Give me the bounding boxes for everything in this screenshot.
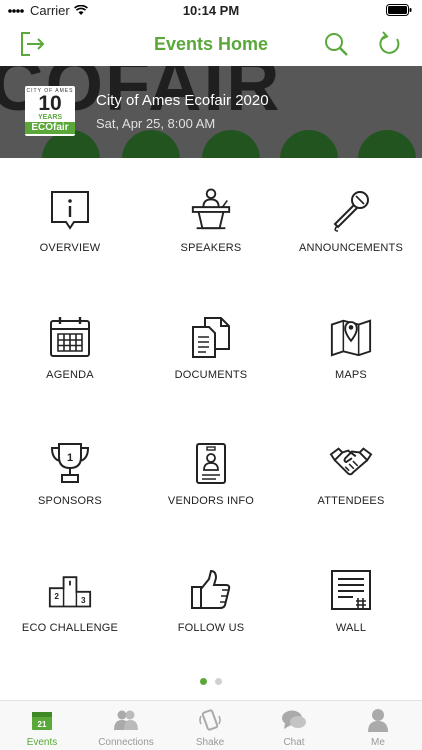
tile-label: ANNOUNCEMENTS bbox=[298, 242, 404, 254]
tile-label: SPEAKERS bbox=[180, 242, 242, 254]
sponsors-tile[interactable]: 1 SPONSORS bbox=[0, 411, 140, 531]
event-logo: CITY OF AMES 10 YEARS ECOfair bbox=[25, 86, 75, 136]
calendar-tab-icon: 21 bbox=[32, 712, 52, 730]
search-button[interactable] bbox=[320, 28, 352, 60]
shake-phone-icon bbox=[199, 709, 221, 731]
refresh-icon bbox=[379, 31, 400, 54]
tab-chat[interactable]: Chat bbox=[252, 701, 336, 750]
documents-tile[interactable]: DOCUMENTS bbox=[141, 285, 281, 405]
wall-tile[interactable]: WALL bbox=[281, 538, 421, 658]
trophy-icon: 1 bbox=[50, 443, 90, 483]
vendors-info-tile[interactable]: VENDORS INFO bbox=[141, 411, 281, 531]
tab-me[interactable]: Me bbox=[336, 701, 420, 750]
handshake-icon bbox=[329, 447, 373, 476]
event-banner[interactable]: COFAIR CITY OF AMES 10 YEARS ECOfair Cit… bbox=[0, 66, 422, 158]
search-icon bbox=[325, 33, 348, 56]
feature-grid: OVERVIEW SPEAKERS ANNOUNCEMENTS AGENDA D… bbox=[0, 158, 422, 678]
podium-icon bbox=[191, 188, 231, 230]
tile-label: VENDORS INFO bbox=[167, 495, 255, 507]
calendar-icon bbox=[50, 317, 90, 357]
refresh-button[interactable] bbox=[374, 28, 406, 60]
svg-text:2: 2 bbox=[54, 592, 59, 601]
tab-label: Events bbox=[26, 737, 58, 748]
speakers-tile[interactable]: SPEAKERS bbox=[141, 158, 281, 278]
person-icon bbox=[368, 709, 388, 732]
tile-label: ECO CHALLENGE bbox=[21, 622, 119, 634]
map-icon bbox=[330, 319, 372, 357]
attendees-tile[interactable]: ATTENDEES bbox=[281, 411, 421, 531]
tile-label: DOCUMENTS bbox=[174, 369, 248, 381]
eco-challenge-tile[interactable]: 2 3 ECO CHALLENGE bbox=[0, 538, 140, 658]
event-title: City of Ames Ecofair 2020 bbox=[96, 92, 269, 109]
page-dot-1[interactable] bbox=[200, 678, 207, 685]
tab-label: Shake bbox=[195, 737, 225, 748]
tile-label: MAPS bbox=[335, 369, 367, 381]
chat-icon bbox=[282, 710, 306, 729]
calendar-badge: 21 bbox=[38, 720, 47, 729]
maps-tile[interactable]: MAPS bbox=[281, 285, 421, 405]
thumbs-up-icon bbox=[191, 569, 231, 609]
navigation-bar: Events Home bbox=[0, 22, 422, 66]
clock: 10:14 PM bbox=[182, 3, 240, 18]
overview-tile[interactable]: OVERVIEW bbox=[0, 158, 140, 278]
event-date: Sat, Apr 25, 8:00 AM bbox=[96, 116, 216, 131]
tile-label: OVERVIEW bbox=[39, 242, 101, 254]
svg-text:1: 1 bbox=[67, 452, 73, 464]
badge-icon bbox=[196, 443, 226, 484]
agenda-tile[interactable]: AGENDA bbox=[0, 285, 140, 405]
logo-text: ECOfair bbox=[25, 122, 75, 134]
logo-text: YEARS bbox=[37, 114, 63, 121]
tab-bar: 21 Events Connections Shake Chat Me bbox=[0, 700, 422, 750]
svg-text:3: 3 bbox=[81, 596, 86, 605]
tile-label: AGENDA bbox=[46, 369, 94, 381]
logo-text: 10 bbox=[38, 92, 62, 115]
tab-connections[interactable]: Connections bbox=[84, 701, 168, 750]
page-dot-2[interactable] bbox=[215, 678, 222, 685]
tab-label: Connections bbox=[98, 737, 154, 748]
wall-icon bbox=[331, 570, 371, 610]
tab-events[interactable]: 21 Events bbox=[0, 701, 84, 750]
tile-label: SPONSORS bbox=[38, 495, 102, 507]
documents-icon bbox=[192, 317, 230, 358]
tab-label: Chat bbox=[283, 737, 305, 748]
tile-label: WALL bbox=[335, 622, 367, 634]
status-bar: Carrier 10:14 PM bbox=[0, 0, 422, 22]
overview-icon bbox=[51, 191, 89, 230]
battery-icon bbox=[386, 4, 412, 19]
page-indicator[interactable] bbox=[0, 678, 422, 685]
follow-us-tile[interactable]: FOLLOW US bbox=[141, 538, 281, 658]
podium-ranking-icon: 2 3 bbox=[48, 576, 92, 608]
page-title: Events Home bbox=[153, 34, 269, 54]
tab-shake[interactable]: Shake bbox=[168, 701, 252, 750]
announcements-tile[interactable]: ANNOUNCEMENTS bbox=[281, 158, 421, 278]
people-icon bbox=[114, 710, 138, 730]
tile-label: ATTENDEES bbox=[317, 495, 385, 507]
tile-label: FOLLOW US bbox=[177, 622, 245, 634]
microphone-icon bbox=[333, 191, 369, 232]
tab-label: Me bbox=[371, 737, 385, 748]
